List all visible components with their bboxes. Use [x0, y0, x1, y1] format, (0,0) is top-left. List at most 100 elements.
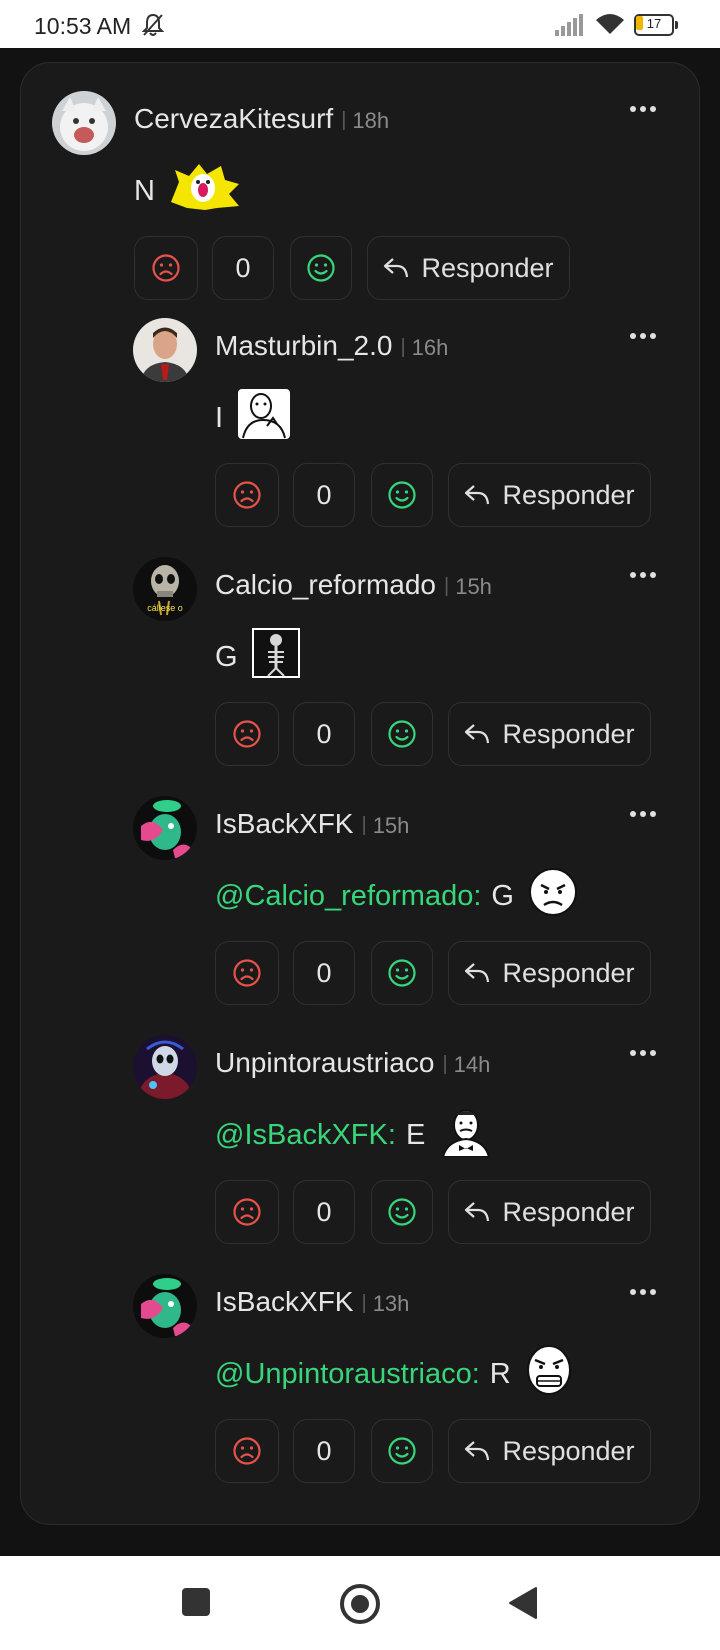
comment: Unpintoraustriaco | 14h @IsBackXFK: E 0 … [133, 1035, 673, 1245]
vote-count: 0 [293, 941, 355, 1005]
comment-time: 14h [453, 1052, 491, 1077]
comment-thread-card: CervezaKitesurf | 18h N 0 Responder Mast… [20, 62, 700, 1525]
comment-time: 15h [372, 813, 410, 838]
home-circle-icon[interactable] [340, 1584, 380, 1624]
like-button[interactable] [371, 941, 433, 1005]
username[interactable]: CervezaKitesurf [134, 103, 333, 134]
header-separator: | [361, 1292, 367, 1314]
header-separator: | [444, 575, 450, 597]
status-bar: 10:53 AM 17 [0, 0, 720, 48]
comment: Masturbin_2.0 | 16h I 0 Responder [133, 318, 673, 528]
username[interactable]: Unpintoraustriaco [215, 1047, 434, 1078]
like-button[interactable] [290, 236, 352, 300]
comment-body: G [215, 628, 300, 686]
dislike-button[interactable] [215, 702, 279, 766]
fuuu-meme-face-icon [525, 1344, 573, 1404]
comment-body: @Calcio_reformado: G [215, 868, 578, 924]
reply-label: Responder [502, 1435, 635, 1466]
user-avatar[interactable] [133, 1035, 197, 1099]
man-in-suit-avatar-icon [133, 318, 197, 382]
reply-button[interactable]: Responder [448, 941, 651, 1005]
reply-button[interactable]: Responder [448, 1419, 651, 1483]
reply-arrow-icon [465, 963, 490, 983]
dislike-button[interactable] [215, 1180, 279, 1244]
sad-face-icon [233, 1437, 261, 1465]
reply-button[interactable]: Responder [367, 236, 570, 300]
happy-face-icon [388, 1437, 416, 1465]
avatar-caption: cállese o [147, 603, 183, 613]
recents-square-icon[interactable] [182, 1588, 210, 1616]
username[interactable]: IsBackXFK [215, 808, 353, 839]
skeleton-image-icon [251, 628, 300, 686]
happy-face-icon [388, 481, 416, 509]
more-options-icon[interactable] [630, 1282, 670, 1306]
comment: IsBackXFK | 13h @Unpintoraustriaco: R 0 … [133, 1274, 673, 1484]
like-button[interactable] [371, 1180, 433, 1244]
skull-avatar-icon: cállese o [133, 557, 197, 621]
dislike-button[interactable] [215, 1419, 279, 1483]
comment-body: N [134, 163, 241, 219]
username[interactable]: Calcio_reformado [215, 569, 436, 600]
system-nav-bar [0, 1556, 720, 1650]
more-options-icon[interactable] [630, 1043, 670, 1067]
like-button[interactable] [371, 1419, 433, 1483]
reply-arrow-icon [465, 1441, 490, 1461]
vote-count: 0 [212, 236, 274, 300]
signal-icon [555, 14, 583, 36]
comment: IsBackXFK | 15h @Calcio_reformado: G 0 R… [133, 796, 673, 1006]
dark-skull-avatar-icon [133, 1035, 197, 1099]
user-avatar[interactable] [52, 91, 116, 155]
happy-face-icon [388, 959, 416, 987]
reply-label: Responder [421, 252, 554, 283]
reply-button[interactable]: Responder [448, 702, 651, 766]
reply-arrow-icon [465, 724, 490, 744]
dislike-button[interactable] [215, 941, 279, 1005]
like-button[interactable] [371, 463, 433, 527]
comment-text: E [405, 1118, 426, 1151]
user-avatar[interactable]: cállese o [133, 557, 197, 621]
back-triangle-icon[interactable] [508, 1586, 538, 1620]
comment-time: 15h [455, 574, 492, 599]
user-avatar[interactable] [133, 318, 197, 382]
header-separator: | [341, 109, 347, 131]
comment: cállese o Calcio_reformado | 15h G 0 Res… [133, 557, 673, 767]
sad-face-icon [152, 254, 180, 282]
thinking-meme-face-icon [237, 388, 291, 448]
more-options-icon[interactable] [630, 99, 670, 123]
sad-face-icon [233, 959, 261, 987]
like-button[interactable] [371, 702, 433, 766]
comment-time: 18h [352, 108, 390, 133]
vote-count: 0 [293, 1419, 355, 1483]
comment-time: 16h [411, 335, 449, 360]
sad-face-icon [233, 481, 261, 509]
mention-link[interactable]: @IsBackXFK: [215, 1119, 396, 1152]
battery-icon: 17 [634, 14, 678, 36]
header-separator: | [400, 336, 406, 358]
reply-arrow-icon [465, 485, 490, 505]
vote-count: 0 [293, 702, 355, 766]
comment: CervezaKitesurf | 18h N 0 Responder [52, 91, 672, 301]
header-separator: | [361, 814, 367, 836]
reply-button[interactable]: Responder [448, 463, 651, 527]
more-options-icon[interactable] [630, 326, 670, 350]
mention-link[interactable]: @Unpintoraustriaco: [215, 1358, 480, 1391]
rage-meme-face-icon [528, 867, 578, 925]
mention-link[interactable]: @Calcio_reformado: [215, 880, 481, 913]
more-options-icon[interactable] [630, 804, 670, 828]
sad-face-icon [233, 1198, 261, 1226]
user-avatar[interactable] [133, 1274, 197, 1338]
comment-body: @Unpintoraustriaco: R [215, 1344, 573, 1404]
user-avatar[interactable] [133, 796, 197, 860]
username[interactable]: Masturbin_2.0 [215, 330, 392, 361]
white-cat-avatar-icon [52, 91, 116, 155]
username[interactable]: IsBackXFK [215, 1286, 353, 1317]
reply-label: Responder [502, 479, 635, 510]
happy-face-icon [388, 720, 416, 748]
dislike-button[interactable] [134, 236, 198, 300]
happy-face-icon [307, 254, 335, 282]
reply-label: Responder [502, 718, 635, 749]
reply-button[interactable]: Responder [448, 1180, 651, 1244]
more-options-icon[interactable] [630, 565, 670, 589]
green-creature-avatar-icon [133, 796, 197, 860]
dislike-button[interactable] [215, 463, 279, 527]
